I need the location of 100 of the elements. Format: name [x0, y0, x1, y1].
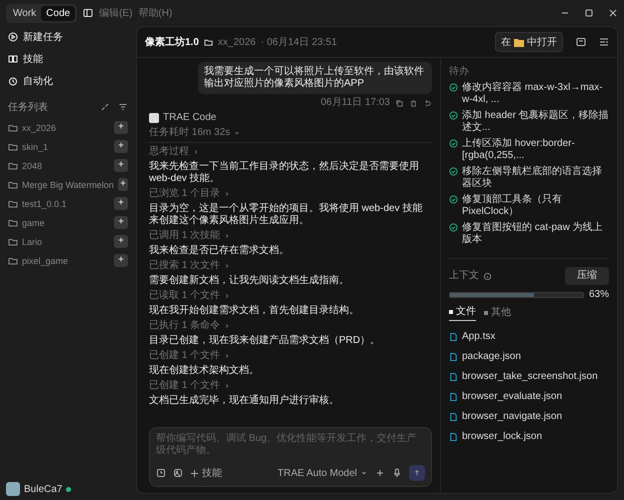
- todo-item: 移除左侧导航栏底部的语言选择器区块: [462, 166, 603, 190]
- avatar[interactable]: [6, 482, 20, 496]
- add-button[interactable]: [114, 235, 128, 248]
- chevron-right-icon: [192, 148, 200, 156]
- menu-item[interactable]: 帮助(H): [138, 6, 172, 20]
- image-icon: [173, 468, 183, 478]
- history-icon: [156, 468, 166, 478]
- mode-tab[interactable]: Work: [8, 6, 42, 20]
- sidebar-item[interactable]: 自动化: [23, 74, 53, 88]
- project-item[interactable]: xx_2026: [22, 122, 56, 132]
- plus-icon: [117, 160, 125, 168]
- menu-item[interactable]: 编辑(E): [99, 6, 132, 20]
- sidebar-toggle-icon: [83, 8, 94, 18]
- play-circle-icon: [8, 32, 18, 42]
- file-item[interactable]: browser_evaluate.json: [462, 391, 562, 403]
- model-selector[interactable]: TRAE Auto Model: [278, 468, 357, 478]
- folder-icon: [514, 38, 524, 46]
- undo-icon: [423, 98, 432, 108]
- add-button[interactable]: [114, 216, 128, 229]
- add-button[interactable]: [114, 140, 128, 153]
- chevron-down-icon: [360, 469, 368, 477]
- mode-tab[interactable]: Code: [41, 6, 76, 20]
- tool-step[interactable]: 已搜索 1 次文件: [149, 260, 220, 272]
- task-datetime: · 06月14日 23:51: [260, 36, 337, 49]
- plus-icon: [117, 122, 125, 130]
- file-item[interactable]: browser_navigate.json: [462, 411, 562, 423]
- send-button[interactable]: [409, 465, 425, 481]
- info-icon: [483, 272, 492, 280]
- todo-item: 修复顶部工具条（只有 PixelClock）: [462, 194, 563, 218]
- tool-step[interactable]: 已浏览 1 个目录: [149, 188, 220, 200]
- section-title: 任务列表: [8, 100, 48, 114]
- context-tab[interactable]: 其他: [484, 305, 511, 321]
- plus-icon: [117, 217, 125, 225]
- arrow-up-icon: [413, 469, 421, 477]
- file-item[interactable]: browser_take_screenshot.json: [462, 371, 598, 383]
- message-time: 06月11日 17:03: [320, 97, 390, 109]
- open-in-button[interactable]: 在 中打开: [495, 32, 563, 52]
- panel-icon: [576, 37, 586, 47]
- todo-item: 修改内容容器 max-w-3xl→max-w-4xl, ...: [462, 82, 604, 106]
- agent-name: TRAE Code: [163, 112, 216, 124]
- close-icon: [608, 8, 618, 18]
- file-item[interactable]: package.json: [462, 351, 521, 363]
- project-item[interactable]: test1_0.0.1: [22, 198, 67, 208]
- tool-step[interactable]: 已读取 1 个文件: [149, 290, 220, 302]
- plus-icon: [117, 236, 125, 244]
- user-message: 我需要生成一个可以将照片上传至软件，由该软件输出对应照片的像素风格图片的APP: [198, 62, 432, 94]
- plus-icon: [117, 198, 125, 206]
- microphone-icon: [392, 468, 402, 478]
- usage-percent: 63%: [588, 289, 609, 301]
- add-button[interactable]: [114, 254, 128, 267]
- sidebar-item[interactable]: 新建任务: [23, 30, 63, 44]
- section-title: 待办: [449, 66, 470, 78]
- agent-message: 我来先检查一下当前工作目录的状态，然后决定是否需要使用 web-dev 技能。: [149, 161, 420, 185]
- project-item[interactable]: game: [22, 218, 45, 228]
- agent-message: 现在我开始创建需求文档，首先创建目录结构。: [149, 305, 360, 317]
- chevron-down-icon: [233, 129, 242, 137]
- plus-icon: [117, 255, 125, 263]
- project-item[interactable]: Merge Big Watermelon: [22, 180, 114, 190]
- project-item[interactable]: pixel_game: [22, 256, 68, 266]
- tool-step[interactable]: 已调用 1 次技能: [149, 230, 220, 242]
- project-item[interactable]: Lario: [22, 236, 42, 246]
- tool-step[interactable]: 已创建 1 个文件: [149, 380, 220, 392]
- add-button[interactable]: [114, 121, 128, 134]
- add-button[interactable]: [118, 178, 128, 191]
- thinking-toggle[interactable]: 思考过程: [149, 146, 189, 158]
- agent-message: 我来检查是否已存在需求文档。: [149, 245, 290, 257]
- compress-button[interactable]: 压缩: [565, 267, 609, 285]
- sidebar-item[interactable]: 技能: [23, 52, 43, 66]
- project-item[interactable]: skin_1: [22, 142, 48, 152]
- filter-icon: [118, 102, 128, 112]
- project-item[interactable]: 2048: [22, 160, 42, 170]
- file-item[interactable]: browser_lock.json: [462, 431, 542, 443]
- todo-item: 修复首图按钮的 cat-paw 为线上版本: [462, 222, 604, 246]
- project-name: xx_2026: [218, 36, 256, 48]
- skills-button[interactable]: 技能: [202, 466, 222, 480]
- tool-step[interactable]: 已创建 1 个文件: [149, 350, 220, 362]
- tool-step[interactable]: 已执行 1 条命令: [149, 320, 220, 332]
- context-tab[interactable]: 文件: [449, 305, 476, 321]
- agent-message: 现在创建技术架构文档。: [149, 365, 260, 377]
- plus-icon: [117, 141, 125, 149]
- book-icon: [8, 54, 18, 64]
- add-button[interactable]: [114, 197, 128, 210]
- folder-icon: [204, 38, 213, 46]
- agent-message: 目录为空，这是一个从零开始的项目。我将使用 web-dev 技能来创建这个像素风格图片生成应用。: [149, 203, 424, 227]
- plus-icon: [118, 179, 127, 187]
- todo-item: 上传区添加 hover:border-[rgba(0,255,...: [462, 138, 576, 162]
- file-item[interactable]: App.tsx: [462, 331, 496, 343]
- add-button[interactable]: [114, 159, 128, 172]
- task-duration[interactable]: 任务耗时 16m 32s: [149, 127, 230, 139]
- expand-icon: [100, 102, 110, 112]
- task-title: 像素工坊1.0: [145, 35, 199, 49]
- copy-icon: [395, 98, 404, 108]
- todo-item: 添加 header 包裹标题区，移除描述文...: [462, 110, 609, 134]
- agent-message: 目录已创建，现在我来创建产品需求文档（PRD）。: [149, 335, 382, 347]
- agent-message: 需要创建新文档，让我先阅读文档生成指南。: [149, 275, 350, 287]
- user-name: BuleCa7: [24, 484, 62, 494]
- agent-logo-icon: [149, 113, 159, 123]
- agent-message: 文档已生成完毕，现在通知用户进行审核。: [149, 395, 340, 407]
- section-title: 上下文: [449, 270, 479, 282]
- layout-icon: [599, 37, 609, 47]
